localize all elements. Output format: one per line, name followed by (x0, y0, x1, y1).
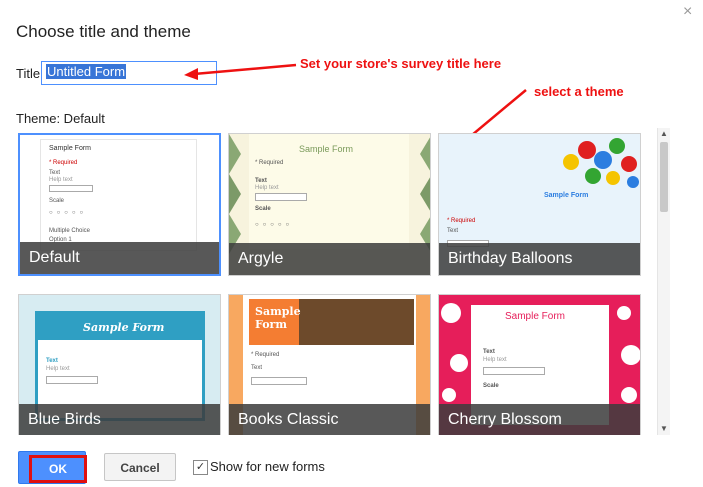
preview-title: Sample Form (255, 305, 301, 331)
cancel-button[interactable]: Cancel (104, 453, 176, 481)
title-label: Title (16, 66, 41, 81)
theme-grid: Sample Form * Required Text Help text Sc… (16, 130, 646, 435)
balloons-image (563, 138, 639, 188)
theme-tile-cherry-blossom[interactable]: Sample Form Text Help text Scale Cherry … (438, 294, 641, 435)
annotation-arrow-title (184, 63, 297, 80)
preview-text-label: Text (483, 349, 495, 355)
theme-caption: Cherry Blossom (439, 404, 640, 435)
annotation-title-note: Set your store's survey title here (300, 56, 502, 71)
preview-required: * Required (447, 218, 476, 224)
preview-title: Sample Form (49, 145, 92, 152)
preview-title: Sample Form (505, 311, 566, 322)
scroll-thumb[interactable] (660, 142, 668, 212)
preview-required: * Required (251, 352, 280, 358)
theme-label: Theme: Default (16, 111, 105, 126)
scroll-down-icon[interactable]: ▼ (658, 423, 670, 435)
preview-help-text: Help text (255, 185, 279, 191)
theme-tile-books-classic[interactable]: Sample Form * Required Text Books Classi… (228, 294, 431, 435)
ok-button[interactable]: OK (29, 455, 87, 483)
preview-text-label: Text (447, 228, 459, 234)
annotation-theme-note: select a theme (534, 84, 624, 99)
scroll-up-icon[interactable]: ▲ (658, 128, 670, 140)
theme-tile-blue-birds[interactable]: Sample Form Text Help text Blue Birds (18, 294, 221, 435)
preview-scale-label: Scale (255, 206, 271, 212)
preview-scale-label: Scale (49, 198, 65, 204)
preview-multiple-choice: Multiple Choice (49, 228, 91, 234)
preview-text-label: Text (46, 358, 58, 364)
theme-caption: Default (20, 242, 219, 274)
theme-tile-argyle[interactable]: Sample Form * Required Text Help text Sc… (228, 133, 431, 276)
preview-scale-dots: ○○○○○ (255, 222, 294, 228)
theme-tile-default[interactable]: Sample Form * Required Text Help text Sc… (18, 133, 221, 276)
preview-textbox (46, 376, 98, 384)
theme-caption: Argyle (229, 243, 430, 275)
preview-required: * Required (255, 160, 284, 166)
preview-textbox (49, 185, 93, 192)
preview-text-label: Text (251, 365, 263, 371)
preview-title: Sample Form (544, 192, 589, 199)
preview-title: Sample Form (299, 144, 354, 154)
preview-text-label: Text (255, 178, 267, 184)
preview-textbox (483, 367, 545, 375)
preview-scale-dots: ○○○○○ (49, 210, 88, 216)
show-for-new-forms-checkbox[interactable]: ✓ (193, 460, 208, 475)
theme-scrollbar[interactable]: ▲ ▼ (657, 128, 670, 435)
preview-textbox (255, 193, 307, 201)
theme-tile-birthday-balloons[interactable]: Sample Form * Required Text Birthday Bal… (438, 133, 641, 276)
title-input-value: Untitled Form (46, 64, 127, 79)
preview-help-text: Help text (49, 177, 73, 183)
books-image (299, 299, 414, 345)
theme-caption: Birthday Balloons (439, 243, 640, 275)
theme-caption: Books Classic (229, 404, 430, 435)
preview-text-label: Text (49, 170, 61, 176)
dialog-title: Choose title and theme (16, 22, 191, 41)
preview-title: Sample Form (83, 321, 165, 334)
preview-page: Sample Form * Required Text Help text Sc… (249, 134, 409, 249)
preview-help-text: Help text (46, 366, 70, 372)
theme-caption: Blue Birds (19, 404, 220, 435)
close-icon[interactable]: × (683, 3, 692, 21)
preview-scale-label: Scale (483, 383, 499, 389)
preview-required: * Required (49, 160, 78, 166)
preview-textbox (251, 377, 307, 385)
preview-page: Sample Form * Required Text Help text Sc… (40, 139, 197, 251)
show-for-new-forms-label[interactable]: Show for new forms (210, 459, 325, 474)
preview-help-text: Help text (483, 357, 507, 363)
